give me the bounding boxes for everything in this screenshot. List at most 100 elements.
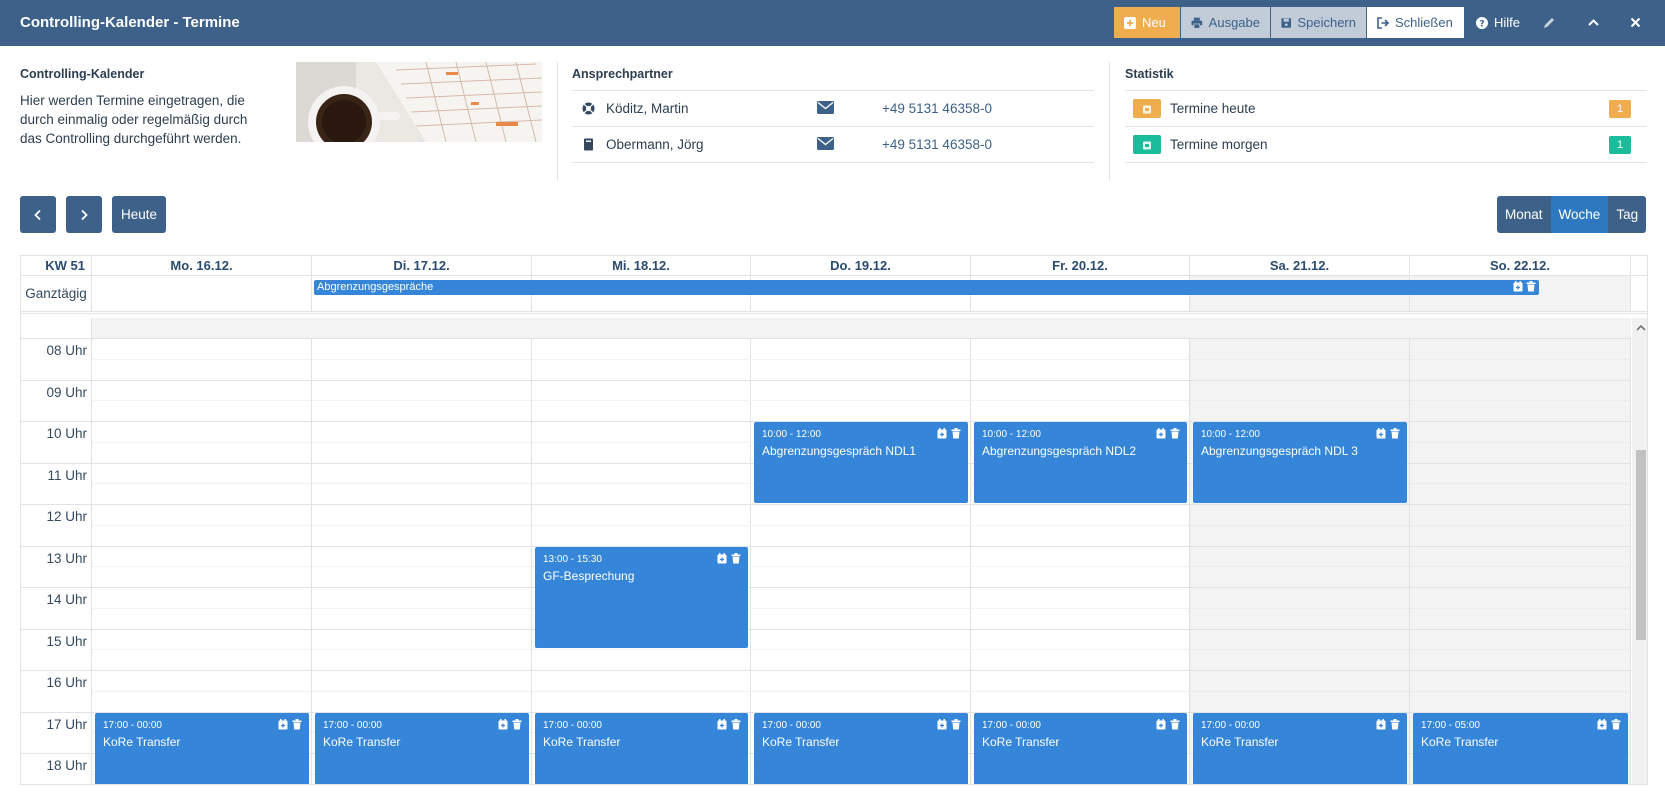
calendar-event[interactable]: 10:00 - 12:00 Abgrenzungsgespräch NDL1 <box>754 422 968 503</box>
scrollbar-thumb[interactable] <box>1636 450 1646 640</box>
next-week-button[interactable] <box>66 196 102 233</box>
trash-icon[interactable] <box>731 552 741 564</box>
trash-icon[interactable] <box>1170 718 1180 730</box>
trash-icon[interactable] <box>512 718 522 730</box>
question-circle-icon: ? <box>1476 16 1488 29</box>
chevron-right-icon <box>81 209 88 220</box>
trash-icon[interactable] <box>1611 718 1621 730</box>
calendar-event[interactable]: 17:00 - 00:00 KoRe Transfer <box>95 712 309 784</box>
hour-label: 18 Uhr <box>46 758 87 773</box>
calendar-event[interactable]: 17:00 - 05:00 KoRe Transfer <box>1413 712 1628 784</box>
trash-icon[interactable] <box>1390 428 1400 439</box>
day-header[interactable]: Fr. 20.12. <box>971 256 1190 276</box>
allday-cell[interactable] <box>92 276 312 311</box>
calendar-plus-icon[interactable] <box>1376 428 1386 439</box>
trash-icon[interactable] <box>731 718 741 730</box>
stat-row-tomorrow[interactable]: Termine morgen 1 <box>1125 127 1640 162</box>
calendar-event[interactable]: 10:00 - 12:00 Abgrenzungsgespräch NDL 3 <box>1193 422 1407 503</box>
section-divider <box>1109 62 1110 180</box>
calendar-plus-icon[interactable] <box>1376 718 1386 730</box>
calendar-event[interactable]: 10:00 - 12:00 Abgrenzungsgespräch NDL2 <box>974 422 1187 503</box>
day-header[interactable]: Di. 17.12. <box>312 256 532 276</box>
prev-week-button[interactable] <box>20 196 56 233</box>
plus-square-icon <box>1124 16 1136 29</box>
trash-icon[interactable] <box>292 718 302 730</box>
calendar-plus-icon[interactable] <box>1156 428 1166 439</box>
view-switcher: Monat Woche Tag <box>1497 196 1647 233</box>
calendar-plus-icon[interactable] <box>278 718 288 730</box>
allday-row: Ganztägig Abgrenzungsgespräche <box>21 276 1647 314</box>
count-badge: 1 <box>1609 136 1631 154</box>
half-hour-line <box>91 690 1631 692</box>
calendar-photo <box>296 62 542 142</box>
save-icon <box>1281 17 1292 28</box>
email-icon[interactable] <box>817 101 834 117</box>
calendar-plus-icon[interactable] <box>1513 281 1523 292</box>
calendar-event[interactable]: 17:00 - 00:00 KoRe Transfer <box>974 712 1187 784</box>
day-header[interactable]: Sa. 21.12. <box>1190 256 1410 276</box>
day-header[interactable]: Do. 19.12. <box>751 256 971 276</box>
calendar-event[interactable]: 13:00 - 15:30 GF-Besprechung <box>535 546 748 649</box>
today-button[interactable]: Heute <box>112 196 166 233</box>
hour-label: 16 Uhr <box>46 675 87 690</box>
new-button[interactable]: Neu <box>1114 7 1180 38</box>
contact-name: Köditz, Martin <box>606 101 689 116</box>
trash-icon[interactable] <box>1390 718 1400 730</box>
day-header[interactable]: So. 22.12. <box>1410 256 1631 276</box>
close-window-button[interactable] <box>1620 7 1650 38</box>
event-time: 17:00 - 00:00 <box>103 719 162 731</box>
hour-label: 17 Uhr <box>46 716 87 732</box>
stat-row-today[interactable]: Termine heute 1 <box>1125 91 1640 126</box>
save-button-label: Speichern <box>1297 15 1356 30</box>
calendar-plus-icon[interactable] <box>1156 718 1166 730</box>
view-week-button[interactable]: Woche <box>1550 196 1609 233</box>
print-button[interactable]: Ausgabe <box>1181 7 1270 38</box>
event-time: 17:00 - 05:00 <box>1421 719 1480 731</box>
hour-label: 08 Uhr <box>46 343 87 358</box>
contact-phone[interactable]: +49 5131 46358-0 <box>882 137 992 152</box>
event-time: 17:00 - 00:00 <box>543 719 602 731</box>
trash-icon[interactable] <box>1170 428 1180 439</box>
sign-out-icon <box>1377 16 1389 29</box>
calendar-plus-icon[interactable] <box>1597 718 1607 730</box>
calendar-icon <box>1133 135 1161 154</box>
email-icon[interactable] <box>817 137 834 153</box>
event-time: 17:00 - 00:00 <box>323 719 382 731</box>
day-header[interactable]: Mo. 16.12. <box>92 256 312 276</box>
trash-icon[interactable] <box>951 428 961 439</box>
close-form-button[interactable]: Schließen <box>1367 7 1464 38</box>
scrollbar[interactable] <box>1632 318 1647 784</box>
svg-text:?: ? <box>1479 19 1484 29</box>
half-hour-line <box>91 649 1631 651</box>
calendar-event[interactable]: 17:00 - 00:00 KoRe Transfer <box>754 712 968 784</box>
calendar-plus-icon[interactable] <box>937 718 947 730</box>
calendar-plus-icon[interactable] <box>717 718 727 730</box>
calendar-plus-icon[interactable] <box>717 552 727 564</box>
collapse-button[interactable] <box>1578 7 1608 38</box>
calendar-plus-icon[interactable] <box>937 428 947 439</box>
calendar-event[interactable]: 17:00 - 00:00 KoRe Transfer <box>315 712 529 784</box>
trash-icon[interactable] <box>1526 281 1536 292</box>
half-hour-line <box>91 524 1631 526</box>
edit-button[interactable] <box>1534 7 1564 38</box>
print-button-label: Ausgabe <box>1208 15 1260 30</box>
day-header[interactable]: Mi. 18.12. <box>532 256 751 276</box>
new-button-label: Neu <box>1142 15 1166 30</box>
contact-phone[interactable]: +49 5131 46358-0 <box>882 101 992 116</box>
event-title: KoRe Transfer <box>762 734 840 749</box>
allday-event[interactable]: Abgrenzungsgespräche <box>314 280 1539 295</box>
event-title: KoRe Transfer <box>323 734 401 749</box>
hour-line <box>21 338 1631 339</box>
view-month-button[interactable]: Monat <box>1497 196 1551 233</box>
allday-label: Ganztägig <box>25 286 87 301</box>
calendar-event[interactable]: 17:00 - 00:00 KoRe Transfer <box>535 712 748 784</box>
hour-label: 15 Uhr <box>46 633 87 649</box>
view-day-button[interactable]: Tag <box>1608 196 1647 233</box>
chevron-up-icon[interactable] <box>1636 324 1646 332</box>
calendar-event[interactable]: 17:00 - 00:00 KoRe Transfer <box>1193 712 1407 784</box>
save-button[interactable]: Speichern <box>1271 7 1366 38</box>
trash-icon[interactable] <box>951 718 961 730</box>
week-number: KW 51 <box>21 256 92 276</box>
calendar-plus-icon[interactable] <box>498 718 508 730</box>
help-button[interactable]: ? Hilfe <box>1466 7 1530 38</box>
